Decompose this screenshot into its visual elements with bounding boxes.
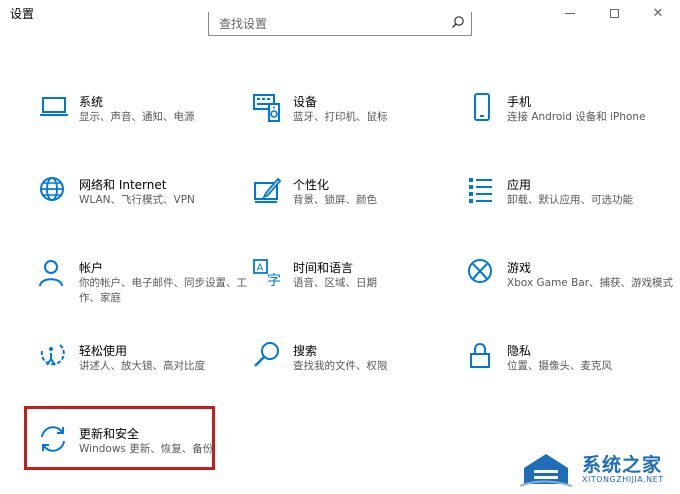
tile-title: 游戏 — [507, 261, 532, 275]
tile-network[interactable]: 网络和 Internet WLAN、飞行模式、VPN — [38, 175, 238, 235]
watermark-url: XITONGZHIJIA.NET — [582, 475, 664, 484]
ease-of-access-icon — [40, 344, 65, 366]
close-button[interactable]: ✕ — [636, 0, 680, 26]
tile-desc: 查找我的文件、权限 — [293, 360, 388, 372]
tile-devices[interactable]: 设备 蓝牙、打印机、鼠标 — [252, 92, 452, 152]
tile-time-language[interactable]: A 字 时间和语言 语音、区域、日期 — [252, 258, 452, 318]
tile-accounts[interactable]: 帐户 你的帐户、电子邮件、同步设置、工作、家庭 — [38, 258, 247, 318]
tile-desc: 连接 Android 设备和 iPhone — [507, 111, 646, 123]
minimize-button[interactable] — [548, 0, 592, 26]
watermark-title: 系统之家 — [582, 454, 663, 476]
house-logo-icon — [520, 454, 572, 487]
xbox-icon — [468, 259, 492, 283]
tile-title: 应用 — [507, 178, 532, 192]
tile-desc: 蓝牙、打印机、鼠标 — [293, 111, 388, 123]
maximize-button[interactable] — [592, 0, 636, 26]
laptop-icon — [40, 97, 68, 116]
tile-desc: Xbox Game Bar、捕获、游戏模式 — [507, 277, 674, 289]
highlight-annotation — [24, 406, 215, 470]
person-icon — [39, 260, 63, 287]
search-input[interactable]: 查找设置 — [208, 12, 472, 36]
minimize-icon — [565, 12, 575, 14]
magnifier-icon — [254, 342, 279, 367]
app-list-icon — [469, 178, 492, 203]
tile-title: 帐户 — [79, 261, 104, 275]
tile-desc: 显示、声音、通知、电源 — [79, 111, 195, 123]
tile-title: 个性化 — [293, 178, 330, 192]
tile-desc: 语音、区域、日期 — [293, 277, 377, 289]
paint-brush-icon — [254, 177, 282, 203]
close-icon: ✕ — [652, 5, 664, 21]
phone-icon — [474, 93, 490, 121]
tile-title: 手机 — [507, 95, 532, 109]
svg-text:字: 字 — [267, 273, 281, 289]
tile-system[interactable]: 系统 显示、声音、通知、电源 — [38, 92, 238, 152]
tile-desc: 背景、锁屏、颜色 — [293, 194, 377, 206]
tile-title: 搜索 — [293, 344, 318, 358]
globe-icon — [40, 177, 64, 201]
tile-phone[interactable]: 手机 连接 Android 设备和 iPhone — [466, 92, 666, 152]
tile-desc: 卸载、默认应用、可选功能 — [507, 194, 633, 206]
tile-title: 网络和 Internet — [79, 178, 167, 192]
tile-title: 系统 — [79, 95, 104, 109]
keyboard-speaker-icon — [253, 94, 280, 122]
tile-title: 时间和语言 — [293, 261, 354, 275]
lock-icon — [470, 343, 490, 368]
svg-text:A: A — [257, 263, 264, 274]
tile-privacy[interactable]: 隐私 位置、摄像头、麦克风 — [466, 341, 666, 401]
tile-desc: 位置、摄像头、麦克风 — [507, 360, 612, 372]
search-icon — [452, 16, 464, 28]
tile-ease-of-access[interactable]: 轻松使用 讲述人、放大镜、高对比度 — [38, 341, 238, 401]
window-controls: ✕ — [548, 0, 680, 26]
tile-title: 隐私 — [507, 344, 532, 358]
tile-title: 设备 — [293, 95, 318, 109]
maximize-icon — [609, 8, 619, 18]
tile-desc: 你的帐户、电子邮件、同步设置、工作、家庭 — [79, 277, 247, 304]
time-language-icon: A 字 — [253, 259, 281, 289]
tile-desc: 讲述人、放大镜、高对比度 — [79, 360, 205, 372]
tile-desc: WLAN、飞行模式、VPN — [79, 194, 195, 206]
tile-personalization[interactable]: 个性化 背景、锁屏、颜色 — [252, 175, 452, 235]
search-placeholder: 查找设置 — [219, 17, 268, 31]
watermark: 系统之家 XITONGZHIJIA.NET — [520, 446, 680, 494]
window-title: 设置 — [10, 7, 35, 21]
tile-apps[interactable]: 应用 卸载、默认应用、可选功能 — [466, 175, 666, 235]
tile-title: 轻松使用 — [79, 344, 128, 358]
tile-gaming[interactable]: 游戏 Xbox Game Bar、捕获、游戏模式 — [466, 258, 673, 318]
tile-search[interactable]: 搜索 查找我的文件、权限 — [252, 341, 452, 401]
